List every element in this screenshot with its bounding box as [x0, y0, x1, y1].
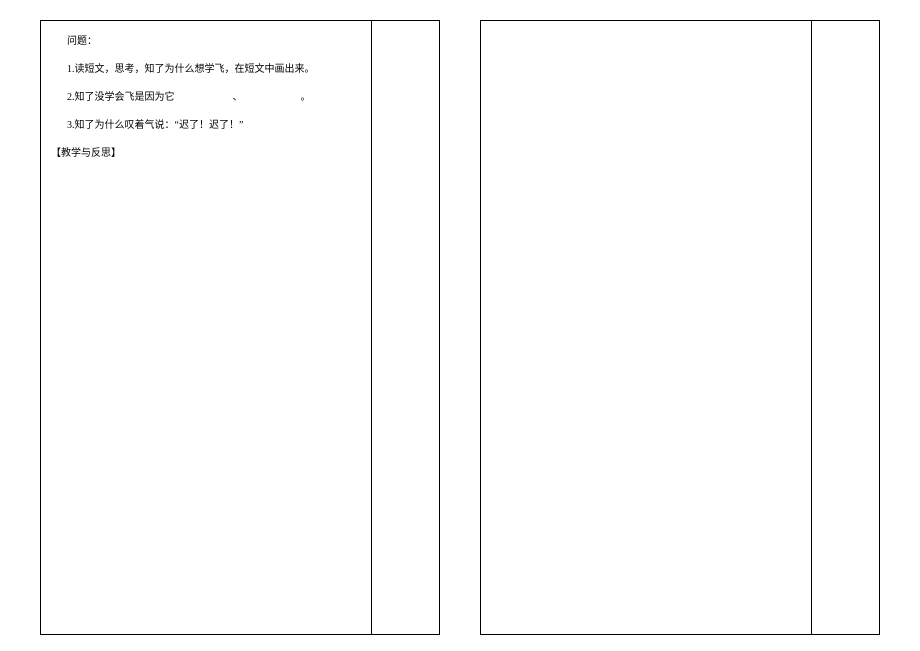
left-content: 问题： 1.读短文，思考，知了为什么想学飞，在短文中画出来。 2.知了没学会飞是…: [41, 21, 371, 161]
questions-heading: 问题：: [67, 35, 355, 49]
page-right: [480, 20, 880, 635]
question-2-prefix: 2.知了没学会飞是因为它: [67, 92, 175, 103]
question-1: 1.读短文，思考，知了为什么想学飞，在短文中画出来。: [67, 63, 355, 77]
page-left-divider: [371, 21, 372, 634]
page-left: 问题： 1.读短文，思考，知了为什么想学飞，在短文中画出来。 2.知了没学会飞是…: [40, 20, 440, 635]
question-3: 3.知了为什么叹着气说：“迟了！迟了！”: [67, 119, 355, 133]
question-2: 2.知了没学会飞是因为它 、 。: [67, 91, 355, 105]
question-2-sep-2: 。: [301, 92, 311, 103]
question-2-sep-1: 、: [233, 92, 243, 103]
section-heading: 【教学与反思】: [51, 147, 355, 161]
page-right-divider: [811, 21, 812, 634]
